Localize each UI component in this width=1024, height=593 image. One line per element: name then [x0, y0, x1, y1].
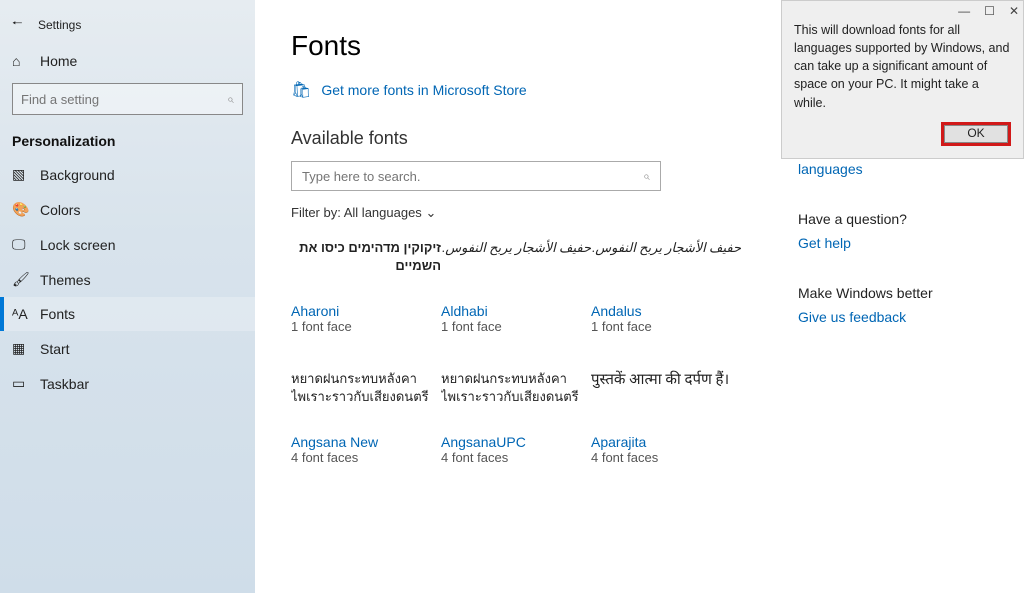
nav-icon: ᴬA: [12, 306, 40, 322]
font-tile[interactable]: זיקוקין מדהימים כיסו את השמיים Aharoni1 f…: [291, 239, 441, 334]
sidebar-home[interactable]: ⌂ Home: [0, 45, 255, 77]
home-label: Home: [40, 53, 77, 69]
confirm-dialog: — ☐ ✕ This will download fonts for all l…: [781, 0, 1024, 159]
font-sample: זיקוקין מדהימים כיסו את השמיים: [291, 239, 441, 289]
sidebar-item-fonts[interactable]: ᴬAFonts: [0, 297, 255, 331]
sidebar-item-colors[interactable]: 🎨Colors: [0, 192, 255, 227]
font-search[interactable]: ⌕: [291, 161, 661, 191]
right-links: Download fonts for all languages Have a …: [798, 145, 988, 325]
nav-label: Colors: [40, 202, 80, 218]
font-name: Aparajita: [591, 434, 741, 450]
header-title: Settings: [38, 18, 81, 32]
font-tile[interactable]: หยาดฝนกระทบหลังคาไพเราะราวกับเสียงดนตรี A…: [441, 370, 591, 465]
nav-label: Background: [40, 167, 115, 183]
sidebar-item-lock-screen[interactable]: 🖵Lock screen: [0, 227, 255, 262]
maximize-icon[interactable]: ☐: [984, 3, 995, 20]
font-faces: 4 font faces: [441, 450, 591, 465]
font-tile[interactable]: पुस्तकें आत्मा की दर्पण हैं। Aparajita4 f…: [591, 370, 741, 465]
dialog-text: This will download fonts for all languag…: [794, 21, 1011, 112]
nav-label: Themes: [40, 272, 91, 288]
question-header: Have a question?: [798, 211, 988, 227]
font-tile[interactable]: حفيف الأشجار يربح النفوس. Andalus1 font f…: [591, 239, 741, 334]
filter-value: All languages: [344, 205, 422, 220]
nav-icon: 🖌: [12, 271, 40, 288]
font-faces: 4 font faces: [291, 450, 441, 465]
font-sample: หยาดฝนกระทบหลังคาไพเราะราวกับเสียงดนตรี: [441, 370, 591, 420]
sidebar-item-themes[interactable]: 🖌Themes: [0, 262, 255, 297]
nav-label: Lock screen: [40, 237, 115, 253]
nav-icon: 🎨: [12, 201, 40, 218]
search-input[interactable]: [21, 92, 227, 107]
font-faces: 1 font face: [291, 319, 441, 334]
nav-icon: 🖵: [12, 236, 40, 253]
font-name: Aldhabi: [441, 303, 591, 319]
font-sample: หยาดฝนกระทบหลังคาไพเราะราวกับเสียงดนตรี: [291, 370, 441, 420]
store-icon: 🛍: [291, 80, 311, 100]
font-sample: حفيف الأشجار يربح النفوس.: [591, 239, 741, 289]
font-search-input[interactable]: [302, 169, 643, 184]
font-name: Andalus: [591, 303, 741, 319]
nav-label: Start: [40, 341, 70, 357]
font-sample: पुस्तकें आत्मा की दर्पण हैं।: [591, 370, 741, 420]
feedback-link[interactable]: Give us feedback: [798, 309, 988, 325]
sidebar: 🠐 Settings ⌂ Home ⌕ Personalization ▧Bac…: [0, 0, 255, 593]
filter-label: Filter by:: [291, 205, 341, 220]
nav-label: Taskbar: [40, 376, 89, 392]
font-faces: 1 font face: [441, 319, 591, 334]
nav-icon: ▧: [12, 166, 40, 183]
sidebar-item-background[interactable]: ▧Background: [0, 157, 255, 192]
font-name: Angsana New: [291, 434, 441, 450]
ok-button[interactable]: OK: [941, 122, 1011, 146]
store-link-label: Get more fonts in Microsoft Store: [321, 82, 526, 98]
nav-icon: ▦: [12, 340, 40, 357]
font-tile[interactable]: حفيف الأشجار يربح النفوس. Aldhabi1 font f…: [441, 239, 591, 334]
chevron-down-icon: ⌄: [425, 205, 436, 220]
nav-label: Fonts: [40, 306, 75, 322]
font-name: AngsanaUPC: [441, 434, 591, 450]
font-sample: حفيف الأشجار يربح النفوس.: [441, 239, 591, 289]
nav-icon: ▭: [12, 375, 40, 392]
minimize-icon[interactable]: —: [958, 3, 970, 20]
font-tile[interactable]: หยาดฝนกระทบหลังคาไพเราะราวกับเสียงดนตรี A…: [291, 370, 441, 465]
better-header: Make Windows better: [798, 285, 988, 301]
sidebar-item-start[interactable]: ▦Start: [0, 331, 255, 366]
search-icon: ⌕: [643, 169, 650, 184]
search-icon: ⌕: [227, 92, 234, 107]
font-name: Aharoni: [291, 303, 441, 319]
sidebar-item-taskbar[interactable]: ▭Taskbar: [0, 366, 255, 401]
font-faces: 4 font faces: [591, 450, 741, 465]
close-icon[interactable]: ✕: [1009, 3, 1019, 20]
sidebar-search[interactable]: ⌕: [12, 83, 243, 115]
back-icon[interactable]: 🠐: [12, 14, 38, 35]
get-help-link[interactable]: Get help: [798, 235, 988, 251]
category-title: Personalization: [0, 129, 255, 157]
font-faces: 1 font face: [591, 319, 741, 334]
home-icon: ⌂: [12, 53, 40, 69]
